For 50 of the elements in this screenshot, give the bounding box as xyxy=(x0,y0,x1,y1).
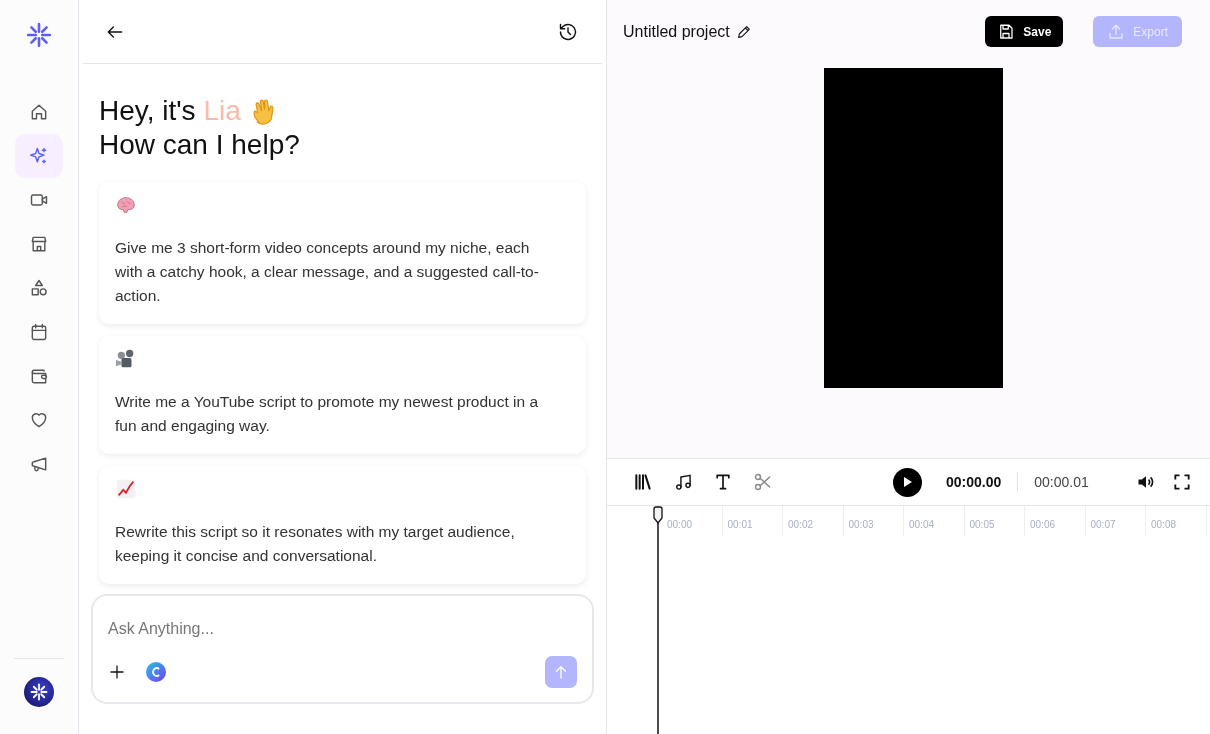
project-title[interactable]: Untitled project xyxy=(623,22,730,41)
chart-icon xyxy=(115,478,137,500)
library-icon xyxy=(633,472,653,492)
home-icon xyxy=(29,102,49,122)
play-button[interactable] xyxy=(893,467,922,497)
text-icon xyxy=(713,472,733,492)
wallet-icon xyxy=(29,366,49,386)
ruler-label: 00:05 xyxy=(964,506,1025,536)
c-logo-icon[interactable] xyxy=(146,662,166,682)
current-time: 00:00.00 xyxy=(946,472,1019,492)
sidebar-item[interactable] xyxy=(15,134,63,178)
brain-icon xyxy=(115,194,137,216)
shapes-icon xyxy=(29,278,49,298)
playhead[interactable] xyxy=(652,506,664,734)
prompt-card[interactable]: Give me 3 short-form video concepts around my niche, each with a catchy hook, a clear message, and a suggested call-to-action. xyxy=(99,182,586,324)
music-icon xyxy=(673,472,693,492)
plus-icon[interactable] xyxy=(108,663,126,681)
ruler-label: 00:02 xyxy=(783,506,844,536)
music-tool[interactable] xyxy=(673,472,693,492)
text-tool[interactable] xyxy=(713,472,733,492)
scissors-icon xyxy=(753,472,773,492)
store-icon xyxy=(29,234,49,254)
ruler-label: 00:07 xyxy=(1085,506,1146,536)
play-icon xyxy=(902,476,913,488)
megaphone-icon xyxy=(29,454,49,474)
avatar[interactable] xyxy=(24,677,54,707)
prompt-card[interactable]: Rewrite this script so it resonates with my target audience, keeping it concise and conversational. xyxy=(99,466,586,584)
ruler-label: 00:03 xyxy=(843,506,904,536)
ruler-label: 00:01 xyxy=(722,506,783,536)
upload-icon xyxy=(1107,22,1126,41)
history-icon[interactable] xyxy=(558,21,578,42)
prompt-text: Write me a YouTube script to promote my newest product in a fun and engaging way. xyxy=(115,392,539,436)
ruler-label: 00:06 xyxy=(1025,506,1086,536)
sparkle-icon xyxy=(29,146,49,166)
greeting-text: Hey, it's Lia xyxy=(99,94,241,128)
prompt-card[interactable]: Write me a YouTube script to promote my newest product in a fun and engaging way. xyxy=(99,336,586,454)
fullscreen-icon[interactable] xyxy=(1172,472,1192,492)
library-tool[interactable] xyxy=(633,472,653,492)
save-button[interactable]: Save xyxy=(985,16,1064,47)
prompt-text: Rewrite this script so it resonates with my target audience, keeping it concise and conversational. xyxy=(115,522,516,566)
scissors-tool[interactable] xyxy=(753,472,773,492)
ruler-label: 00:04 xyxy=(904,506,965,536)
heart-icon xyxy=(29,410,49,430)
ruler-label: 00:08 xyxy=(1146,506,1207,536)
logo-icon[interactable] xyxy=(26,22,52,48)
greeting-text: How can I help? xyxy=(99,129,300,160)
total-time: 00:00.01 xyxy=(1034,474,1089,490)
calendar-icon xyxy=(29,322,49,342)
pencil-icon[interactable] xyxy=(735,23,752,40)
prompt-text: Give me 3 short-form video concepts around my niche, each with a catchy hook, a clear message, and a suggested call-to-action. xyxy=(115,238,540,306)
